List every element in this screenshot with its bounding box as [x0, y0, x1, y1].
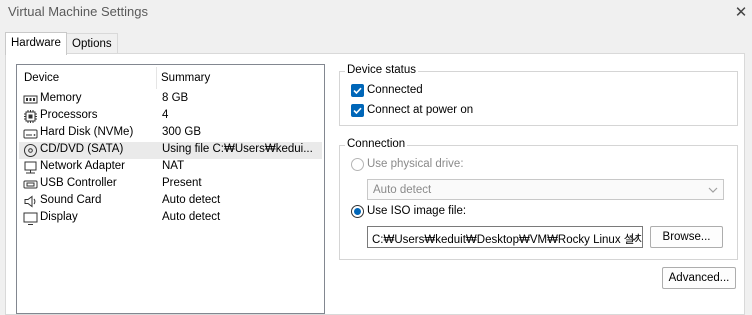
- column-divider[interactable]: [156, 67, 157, 89]
- radio-selected-dot: [354, 208, 361, 215]
- tab-options[interactable]: Options: [66, 33, 118, 54]
- hard-disk-icon: [23, 129, 38, 139]
- processor-icon: [24, 110, 37, 123]
- device-row-cd-dvd[interactable]: CD/DVD (SATA) Using file C:₩Users₩kedui.…: [19, 142, 322, 159]
- device-row-sound-card[interactable]: Sound Card Auto detect: [19, 193, 322, 210]
- checkmark-icon: [353, 107, 362, 115]
- device-row-display[interactable]: Display Auto detect: [19, 210, 322, 227]
- device-summary: Present: [162, 177, 202, 189]
- device-name: Display: [40, 211, 78, 223]
- device-summary: Using file C:₩Users₩kedui...: [162, 143, 313, 155]
- device-summary: NAT: [162, 160, 185, 172]
- device-status-group: [339, 71, 738, 126]
- iso-path-value: C:₩Users₩keduit₩Desktop₩VM₩Rocky Linux 설…: [372, 234, 643, 246]
- device-list[interactable]: Device Summary Memory 8 GB Processors 4 …: [16, 64, 325, 314]
- connection-title: Connection: [345, 138, 408, 150]
- drive-select-value: Auto detect: [373, 184, 432, 196]
- sound-card-icon: [24, 195, 36, 208]
- device-name: Hard Disk (NVMe): [40, 126, 134, 138]
- connected-checkbox[interactable]: [351, 84, 364, 97]
- device-row-network-adapter[interactable]: Network Adapter NAT: [19, 159, 322, 176]
- device-row-usb-controller[interactable]: USB Controller Present: [19, 176, 322, 193]
- device-name: Memory: [40, 92, 82, 104]
- device-row-memory[interactable]: Memory 8 GB: [19, 91, 322, 108]
- advanced-button[interactable]: Advanced...: [662, 267, 736, 289]
- column-header-summary[interactable]: Summary: [161, 72, 210, 86]
- display-icon: [23, 212, 38, 225]
- device-name: Sound Card: [40, 194, 102, 206]
- device-name: CD/DVD (SATA): [40, 143, 124, 155]
- device-row-processors[interactable]: Processors 4: [19, 108, 322, 125]
- browse-button[interactable]: Browse...: [650, 226, 723, 248]
- device-name: USB Controller: [40, 177, 117, 189]
- device-summary: 4: [162, 109, 169, 121]
- cd-dvd-icon: [24, 144, 37, 157]
- window-title: Virtual Machine Settings: [8, 4, 148, 19]
- chevron-down-icon: [708, 187, 718, 193]
- device-summary: Auto detect: [162, 211, 221, 223]
- connect-at-power-on-checkbox[interactable]: [351, 104, 364, 117]
- network-adapter-icon: [24, 161, 37, 174]
- checkmark-icon: [353, 87, 362, 95]
- column-header-device[interactable]: Device: [24, 72, 59, 86]
- device-summary: 300 GB: [162, 126, 201, 138]
- physical-drive-radio[interactable]: [351, 158, 364, 171]
- physical-drive-label[interactable]: Use physical drive:: [367, 158, 464, 170]
- device-name: Network Adapter: [40, 160, 126, 172]
- usb-controller-icon: [23, 180, 38, 189]
- memory-icon: [23, 95, 38, 104]
- device-name: Processors: [40, 109, 98, 121]
- drive-select[interactable]: Auto detect: [367, 179, 724, 200]
- close-icon[interactable]: ✕: [730, 0, 752, 24]
- device-row-hard-disk[interactable]: Hard Disk (NVMe) 300 GB: [19, 125, 322, 142]
- iso-path-input[interactable]: C:₩Users₩keduit₩Desktop₩VM₩Rocky Linux 설…: [367, 226, 643, 248]
- device-status-title: Device status: [345, 64, 419, 76]
- iso-image-label[interactable]: Use ISO image file:: [367, 205, 466, 217]
- chevron-down-icon: [629, 235, 639, 241]
- device-summary: 8 GB: [162, 92, 189, 104]
- connected-label[interactable]: Connected: [367, 84, 423, 96]
- iso-image-radio[interactable]: [351, 205, 364, 218]
- connect-at-power-on-label[interactable]: Connect at power on: [367, 104, 473, 116]
- tab-hardware[interactable]: Hardware: [5, 32, 67, 55]
- device-summary: Auto detect: [162, 194, 221, 206]
